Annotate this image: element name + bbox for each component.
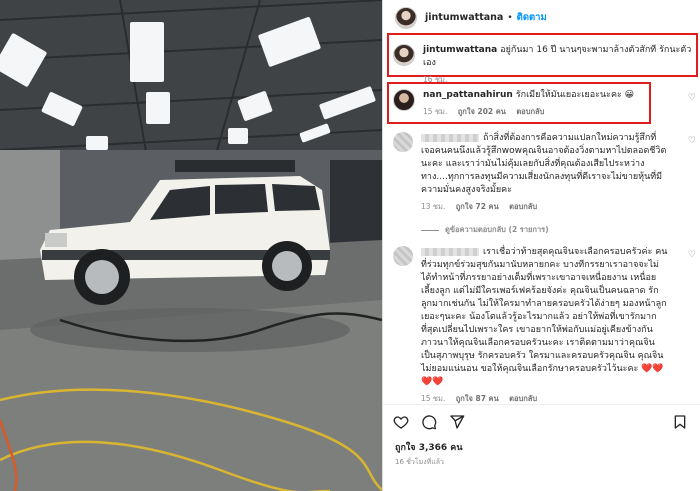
comment-likes[interactable]: ถูกใจ 202 คน [458, 107, 506, 116]
redacted-username[interactable] [421, 133, 479, 142]
comment-2: ถ้าสิ่งที่ต้องการคือความแปลกใหม่ความรู้ส… [393, 132, 696, 213]
reply-button[interactable]: ตอบกลับ [509, 202, 537, 211]
action-bar [393, 412, 688, 432]
header-username[interactable]: jintumwattana [425, 12, 503, 23]
redacted-username[interactable] [421, 247, 479, 256]
avatar[interactable] [393, 89, 415, 111]
comment-likes[interactable]: ถูกใจ 87 คน [456, 394, 499, 403]
comment-likes[interactable]: ถูกใจ 72 คน [456, 202, 499, 211]
post-header: jintumwattana • ติดตาม [383, 0, 700, 35]
share-icon[interactable] [449, 414, 465, 430]
view-replies-label: ดูข้อความตอบกลับ (2 รายการ) [445, 225, 549, 234]
comment-text: เราเชื่อว่าท้ายสุดคุณจินจะเลือกครอบครัวค… [421, 247, 668, 387]
reply-button[interactable]: ตอบกลับ [509, 394, 537, 403]
post-photo [0, 0, 382, 491]
avatar[interactable] [393, 132, 413, 152]
post-details-panel: jintumwattana • ติดตาม jintumwattana อยู่… [382, 0, 700, 491]
comment-1: nan_pattanahirun รักเมียให้มันเยอะเยอะนะค… [393, 89, 696, 118]
avatar[interactable] [395, 6, 417, 29]
follow-button[interactable]: ติดตาม [517, 10, 547, 25]
reply-button[interactable]: ตอบกลับ [516, 107, 544, 116]
comment-like-icon[interactable]: ♡ [688, 250, 696, 260]
caption: jintumwattana อยู่กันมา 16 ปี นานๆจะพามาล… [393, 44, 692, 86]
comment-text: รักเมียให้มันเยอะเยอะนะคะ 😀 [515, 90, 635, 100]
comment-age[interactable]: 15 ชม. [421, 394, 445, 403]
post-timestamp[interactable]: 16 ชั่วโมงที่แล้ว [395, 457, 444, 468]
comment-icon[interactable] [421, 414, 437, 430]
divider [421, 229, 439, 231]
comment-text: ถ้าสิ่งที่ต้องการคือความแปลกใหม่ความรู้ส… [421, 133, 667, 195]
caption-username[interactable]: jintumwattana [423, 45, 497, 55]
like-count[interactable]: ถูกใจ 3,366 คน [395, 440, 462, 454]
avatar[interactable] [393, 44, 415, 66]
bookmark-icon[interactable] [672, 414, 688, 430]
post-viewer: jintumwattana • ติดตาม jintumwattana อยู่… [0, 0, 700, 491]
comment-3: เราเชื่อว่าท้ายสุดคุณจินจะเลือกครอบครัวค… [393, 246, 696, 405]
heart-icon[interactable] [393, 414, 409, 430]
comment-age[interactable]: 15 ชม. [423, 107, 447, 116]
view-replies-button[interactable]: ดูข้อความตอบกลับ (2 รายการ) [421, 224, 692, 236]
car-wash-photo [0, 0, 382, 491]
divider [383, 404, 700, 405]
avatar[interactable] [393, 246, 413, 266]
comment-age[interactable]: 13 ชม. [421, 202, 445, 211]
comment-like-icon[interactable]: ♡ [688, 136, 696, 146]
comment-username[interactable]: nan_pattanahirun [423, 90, 513, 100]
comment-like-icon[interactable]: ♡ [688, 93, 696, 103]
separator-dot: • [507, 12, 513, 23]
